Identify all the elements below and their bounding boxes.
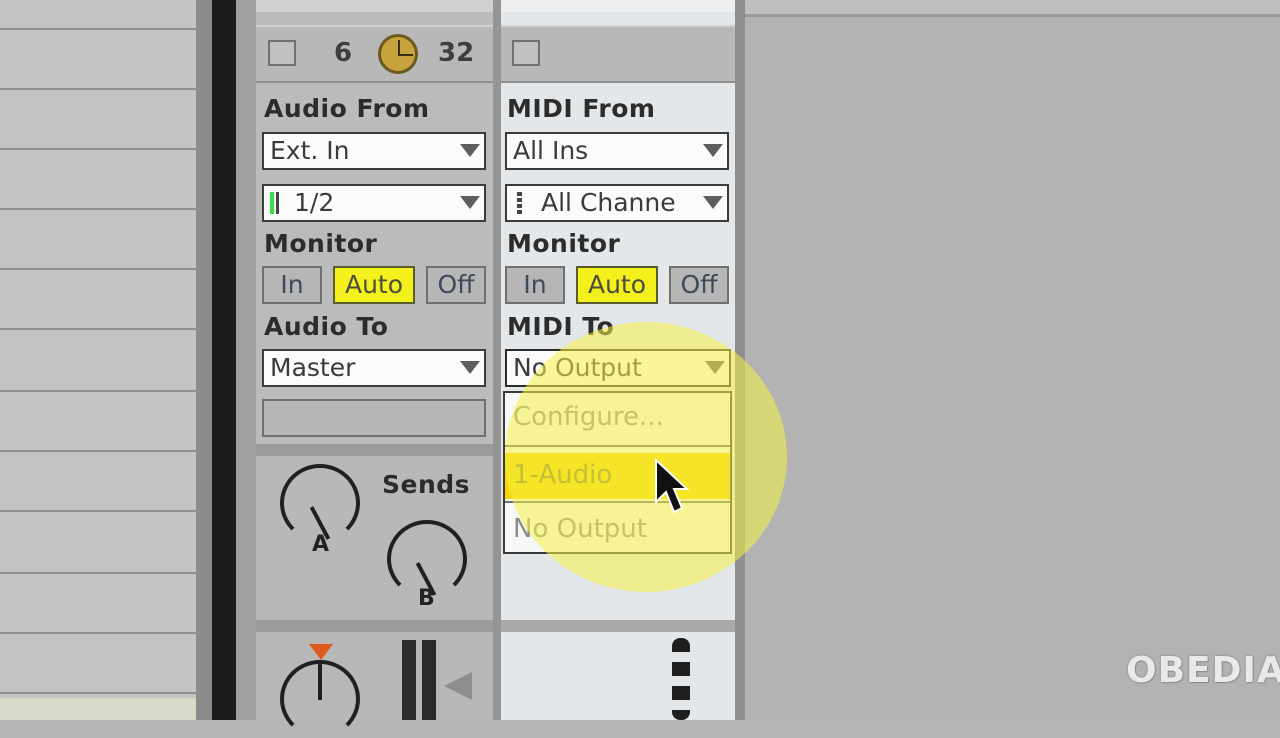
audio-output-dropdown[interactable]: Master <box>262 349 486 387</box>
send-a-label: A <box>312 532 330 557</box>
lane-divider <box>0 632 196 634</box>
level-meter-left <box>402 640 416 720</box>
pan-marker-icon <box>309 644 333 660</box>
clip-slot[interactable] <box>256 0 493 12</box>
midi-output-dropdown[interactable]: No Output <box>505 349 731 387</box>
menu-item-configure[interactable]: Configure... <box>505 395 730 441</box>
chevron-down-icon <box>460 144 480 157</box>
clip-slot[interactable] <box>501 0 735 12</box>
audio-from-label: Audio From <box>264 94 430 123</box>
monitor-in-button[interactable]: In <box>262 266 322 304</box>
clip-progress-icon <box>378 34 418 74</box>
section-divider <box>501 620 735 632</box>
midi-meter-icon <box>672 638 690 720</box>
empty-track-area <box>745 0 1280 720</box>
track-divider <box>735 0 745 720</box>
lane-divider <box>0 510 196 512</box>
monitor-auto-button[interactable]: Auto <box>333 266 415 304</box>
chevron-down-icon <box>460 196 480 209</box>
section-divider <box>256 444 493 456</box>
arrangement-lanes <box>0 0 196 720</box>
lane-divider <box>0 450 196 452</box>
monitor-auto-button[interactable]: Auto <box>576 266 658 304</box>
dropdown-value: Ext. In <box>270 136 350 165</box>
chevron-down-icon <box>703 196 723 209</box>
watermark-logo: OBEDIA <box>1126 650 1280 691</box>
stop-clip-button[interactable] <box>268 40 296 66</box>
knob-indicator <box>318 660 322 700</box>
audio-input-type-dropdown[interactable]: Ext. In <box>262 132 486 170</box>
header-value-b: 32 <box>438 38 475 68</box>
lane-clip <box>0 698 196 720</box>
track-divider <box>493 0 501 720</box>
monitor-in-button[interactable]: In <box>505 266 565 304</box>
lane-divider <box>0 328 196 330</box>
midi-from-label: MIDI From <box>507 94 656 123</box>
send-b-label: B <box>418 586 435 611</box>
chevron-down-icon <box>703 144 723 157</box>
midi-to-label: MIDI To <box>507 312 615 341</box>
lane-divider <box>0 268 196 270</box>
lane-divider <box>0 390 196 392</box>
lane-divider <box>0 148 196 150</box>
mouse-pointer-icon <box>655 458 690 514</box>
header-value-a: 6 <box>334 38 353 68</box>
output-channel-dropdown[interactable] <box>262 399 486 437</box>
level-meter-right <box>422 640 436 720</box>
midi-input-type-dropdown[interactable]: All Ins <box>505 132 729 170</box>
volume-slider-icon[interactable] <box>444 672 472 700</box>
monitor-off-button[interactable]: Off <box>669 266 729 304</box>
dropdown-value: No Output <box>513 353 642 382</box>
dropdown-value: All Ins <box>513 136 589 165</box>
chevron-down-icon <box>705 361 725 374</box>
panel-gutter <box>236 0 256 720</box>
menu-separator <box>505 445 730 447</box>
menu-item-no-output[interactable]: No Output <box>505 507 730 553</box>
right-header-divider <box>745 14 1280 17</box>
midi-input-channel-dropdown[interactable]: All Channe <box>505 184 729 222</box>
monitor-label: Monitor <box>507 229 621 258</box>
sends-label: Sends <box>382 470 471 499</box>
panel-edge <box>196 0 212 720</box>
lane-divider <box>0 28 196 30</box>
chevron-down-icon <box>460 361 480 374</box>
midi-mixer-section <box>501 632 735 720</box>
menu-item-1-audio[interactable]: 1-Audio <box>505 453 730 499</box>
midi-to-menu: Configure... 1-Audio No Output <box>503 391 732 554</box>
lane-divider <box>0 88 196 90</box>
audio-to-label: Audio To <box>264 312 389 341</box>
audio-input-channel-dropdown[interactable]: 1/2 <box>262 184 486 222</box>
meter-bar <box>276 192 279 214</box>
monitor-off-button[interactable]: Off <box>426 266 486 304</box>
dropdown-value: All Channe <box>541 188 676 217</box>
section-divider <box>256 620 493 632</box>
monitor-label: Monitor <box>264 229 378 258</box>
lane-divider <box>0 208 196 210</box>
input-level-meter <box>270 192 274 214</box>
scrollbar-track[interactable] <box>212 0 236 720</box>
menu-separator <box>505 501 730 503</box>
midi-activity-icon <box>517 192 522 214</box>
right-header-strip <box>745 0 1280 14</box>
lane-divider <box>0 692 196 694</box>
lane-divider <box>0 572 196 574</box>
dropdown-value: 1/2 <box>294 188 335 217</box>
stop-clip-button[interactable] <box>512 40 540 66</box>
send-a-knob[interactable] <box>280 464 360 542</box>
dropdown-value: Master <box>270 353 356 382</box>
